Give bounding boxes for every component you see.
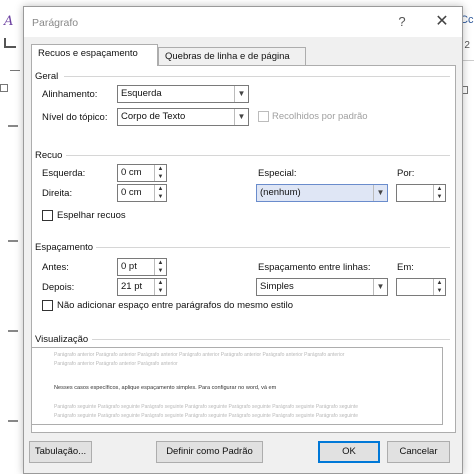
antes-spinner[interactable]: 0 pt ▲ ▼ [117,258,167,276]
cancelar-button[interactable]: Cancelar [387,441,450,463]
chevron-down-icon[interactable]: ▼ [373,185,387,201]
recolhidos-checkbox[interactable] [258,111,269,122]
ruler-mark [10,70,20,71]
recolhidos-label: Recolhidos por padrão [272,111,368,122]
espelhar-recuos-label: Espelhar recuos [57,210,126,221]
tab-selector-icon[interactable] [0,84,8,92]
alinhamento-label: Alinhamento: [42,89,98,100]
preview-previous-paragraph: Parágrafo anterior Parágrafo anterior Pa… [54,352,345,358]
por-label: Por: [397,168,415,179]
espelhar-recuos-checkbox[interactable] [42,210,53,221]
section-recuo-heading: Recuo [35,150,63,161]
entre-linhas-select[interactable]: Simples ▼ [256,278,388,296]
definir-como-padrao-button[interactable]: Definir como Padrão [156,441,263,463]
especial-value: (nenhum) [260,187,301,198]
chevron-down-icon[interactable]: ▼ [234,86,248,102]
por-spinner[interactable]: ▲ ▼ [396,184,446,202]
spin-down-icon[interactable]: ▼ [155,267,166,275]
tab-quebras-de-linha[interactable]: Quebras de linha e de página [158,47,306,67]
nivel-topico-select[interactable]: Corpo de Texto ▼ [117,108,249,126]
dialog-titlebar[interactable]: Parágrafo ? ✕ [24,7,462,37]
ruler-tick [8,420,18,422]
ok-button[interactable]: OK [318,441,380,463]
alinhamento-select[interactable]: Esquerda ▼ [117,85,249,103]
spin-down-icon[interactable]: ▼ [434,193,445,201]
section-espacamento-heading: Espaçamento [35,242,94,253]
entre-linhas-label: Espaçamento entre linhas: [258,262,371,273]
section-divider [64,76,450,77]
preview-previous-paragraph: Parágrafo anterior Parágrafo anterior Pa… [54,361,178,367]
section-divider [96,247,450,248]
antes-value: 0 pt [121,261,137,272]
spinner-buttons: ▲ ▼ [154,165,166,181]
section-divider [92,339,450,340]
preview-box: Parágrafo anterior Parágrafo anterior Pa… [31,347,443,425]
spinner-buttons: ▲ ▼ [154,259,166,275]
ruler-tick [8,330,18,332]
direita-label: Direita: [42,188,73,199]
direita-value: 0 cm [121,187,142,198]
spin-up-icon[interactable]: ▲ [155,259,166,267]
spinner-buttons: ▲ ▼ [433,279,445,295]
preview-next-paragraph: Parágrafo seguinte Parágrafo seguinte Pa… [54,404,359,410]
depois-value: 21 pt [121,281,143,292]
spinner-buttons: ▲ ▼ [433,185,445,201]
spin-down-icon[interactable]: ▼ [155,173,166,181]
spinner-buttons: ▲ ▼ [154,185,166,201]
section-divider [66,155,450,156]
spin-up-icon[interactable]: ▲ [155,185,166,193]
nivel-topico-label: Nível do tópico: [42,112,108,123]
section-visualizacao-heading: Visualização [35,334,89,345]
esquerda-value: 0 cm [121,167,142,178]
chevron-down-icon[interactable]: ▼ [234,109,248,125]
spin-up-icon[interactable]: ▲ [434,279,445,287]
tabulacao-button[interactable]: Tabulação... [29,441,92,463]
ruler-tick [8,240,18,242]
especial-label: Especial: [258,168,297,179]
ruler-tick [8,125,18,127]
spin-down-icon[interactable]: ▼ [434,287,445,295]
entre-linhas-value: Simples [260,281,294,292]
direita-spinner[interactable]: 0 cm ▲ ▼ [117,184,167,202]
format-painter-icon[interactable] [4,38,16,48]
spin-down-icon[interactable]: ▼ [155,193,166,201]
preview-current-paragraph: Nesses casos específicos, aplique espaça… [54,385,277,391]
spinner-buttons: ▲ ▼ [154,279,166,295]
spin-down-icon[interactable]: ▼ [155,287,166,295]
nao-adicionar-espaco-label: Não adicionar espaço entre parágrafos do… [57,300,294,311]
spin-up-icon[interactable]: ▲ [434,185,445,193]
alinhamento-value: Esquerda [121,88,162,99]
dialog-title: Parágrafo [32,17,79,29]
help-button[interactable]: ? [394,14,410,29]
depois-spinner[interactable]: 21 pt ▲ ▼ [117,278,167,296]
close-button[interactable]: ✕ [432,11,452,31]
nivel-topico-value: Corpo de Texto [121,111,186,122]
section-geral-heading: Geral [35,71,59,82]
tab-recuos-e-espacamento[interactable]: Recuos e espaçamento [31,44,158,66]
especial-select[interactable]: (nenhum) ▼ [256,184,388,202]
em-spinner[interactable]: ▲ ▼ [396,278,446,296]
esquerda-label: Esquerda: [42,168,86,179]
spin-up-icon[interactable]: ▲ [155,165,166,173]
depois-label: Depois: [42,282,75,293]
em-label: Em: [397,262,414,273]
antes-label: Antes: [42,262,69,273]
preview-next-paragraph: Parágrafo seguinte Parágrafo seguinte Pa… [54,413,359,419]
spin-up-icon[interactable]: ▲ [155,279,166,287]
chevron-down-icon[interactable]: ▼ [373,279,387,295]
nao-adicionar-espaco-checkbox[interactable] [42,300,53,311]
text-effects-icon[interactable]: A [4,14,13,29]
esquerda-spinner[interactable]: 0 cm ▲ ▼ [117,164,167,182]
